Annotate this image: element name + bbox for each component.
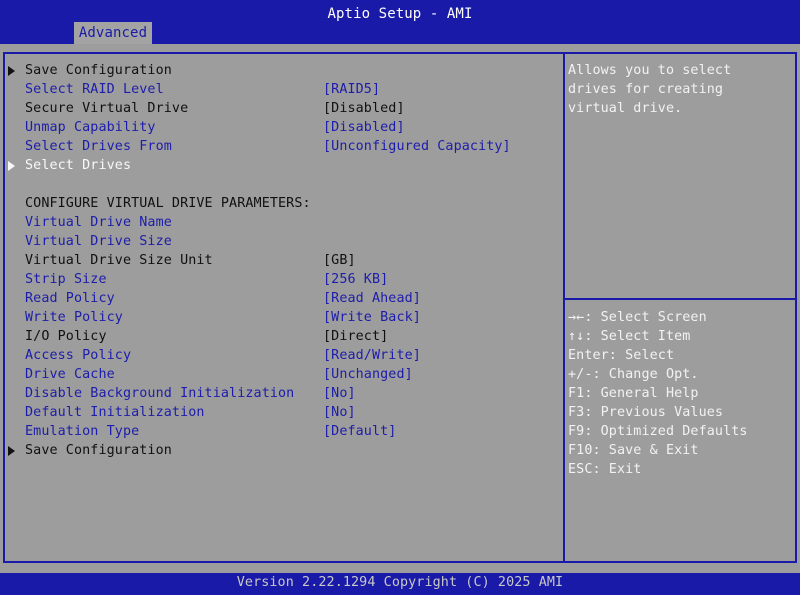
submenu-arrow-icon	[8, 161, 15, 171]
setting-value[interactable]: [No]	[323, 403, 356, 422]
tab-advanced[interactable]: Advanced	[74, 22, 152, 44]
setting-row-select-drives-from[interactable]: Select Drives From [Unconfigured Capacity…	[0, 137, 560, 156]
setting-label: Save Configuration	[25, 63, 172, 78]
setting-value[interactable]: [Default]	[323, 422, 396, 441]
key-help-line: F9: Optimized Defaults	[568, 424, 748, 439]
setting-row-configure-virtual-drive-parameters: CONFIGURE VIRTUAL DRIVE PARAMETERS:	[0, 194, 560, 213]
setting-value[interactable]: [Unconfigured Capacity]	[323, 137, 511, 156]
setting-value[interactable]: [256 KB]	[323, 270, 388, 289]
setting-label: Access Policy	[25, 348, 132, 363]
setting-value[interactable]: [Disabled]	[323, 118, 405, 137]
help-line: Allows you to select	[568, 63, 732, 78]
setting-row-select-raid-level[interactable]: Select RAID Level [RAID5]	[0, 80, 560, 99]
footer-version: Version 2.22.1294 Copyright (C) 2025 AMI	[236, 575, 564, 590]
setting-label: Save Configuration	[25, 443, 172, 458]
setting-row-unmap-capability[interactable]: Unmap Capability [Disabled]	[0, 118, 560, 137]
setting-value[interactable]: [Read Ahead]	[323, 289, 421, 308]
key-help-line: →←: Select Screen	[568, 310, 707, 325]
setting-label: Select RAID Level	[25, 82, 164, 97]
setting-row-default-initialization[interactable]: Default Initialization [No]	[0, 403, 560, 422]
window-title: Aptio Setup - AMI	[327, 6, 473, 22]
key-help-line: ↑↓: Select Item	[568, 329, 691, 344]
key-help-line: F10: Save & Exit	[568, 443, 699, 458]
help-divider	[565, 298, 795, 300]
setting-value[interactable]: [Unchanged]	[323, 365, 413, 384]
setting-row-emulation-type[interactable]: Emulation Type [Default]	[0, 422, 560, 441]
setting-row-i-o-policy: I/O Policy [Direct]	[0, 327, 560, 346]
setting-row-blank	[0, 175, 560, 194]
setting-label: Select Drives	[25, 158, 132, 173]
setting-row-save-configuration[interactable]: Save Configuration	[0, 441, 560, 460]
key-help-line: F1: General Help	[568, 386, 699, 401]
setting-label: Read Policy	[25, 291, 115, 306]
setting-row-read-policy[interactable]: Read Policy [Read Ahead]	[0, 289, 560, 308]
header-bar: Aptio Setup - AMI Advanced	[0, 0, 800, 44]
setting-value[interactable]: [Direct]	[323, 327, 388, 346]
setting-row-virtual-drive-name[interactable]: Virtual Drive Name	[0, 213, 560, 232]
key-help-line: Enter: Select	[568, 348, 675, 363]
key-help-line: +/-: Change Opt.	[568, 367, 699, 382]
setting-label: Emulation Type	[25, 424, 140, 439]
setting-label: Strip Size	[25, 272, 107, 287]
setting-row-save-configuration[interactable]: Save Configuration	[0, 61, 560, 80]
setting-label: Unmap Capability	[25, 120, 156, 135]
setting-label: Drive Cache	[25, 367, 115, 382]
setting-row-virtual-drive-size[interactable]: Virtual Drive Size	[0, 232, 560, 251]
setting-row-strip-size[interactable]: Strip Size [256 KB]	[0, 270, 560, 289]
setting-value[interactable]: [RAID5]	[323, 80, 380, 99]
setting-value[interactable]: [Read/Write]	[323, 346, 421, 365]
setting-label: Virtual Drive Size Unit	[25, 253, 213, 268]
setting-row-select-drives[interactable]: Select Drives	[0, 156, 560, 175]
setting-label: Default Initialization	[25, 405, 205, 420]
setting-label: CONFIGURE VIRTUAL DRIVE PARAMETERS:	[25, 196, 311, 211]
help-line: virtual drive.	[568, 101, 683, 116]
setting-row-write-policy[interactable]: Write Policy [Write Back]	[0, 308, 560, 327]
setting-label: Write Policy	[25, 310, 123, 325]
setting-row-secure-virtual-drive: Secure Virtual Drive [Disabled]	[0, 99, 560, 118]
setting-row-disable-background-initialization[interactable]: Disable Background Initialization [No]	[0, 384, 560, 403]
setting-label: Disable Background Initialization	[25, 386, 295, 401]
setting-value[interactable]: [No]	[323, 384, 356, 403]
key-help-line: ESC: Exit	[568, 462, 642, 477]
setting-label: Secure Virtual Drive	[25, 101, 189, 116]
setting-row-access-policy[interactable]: Access Policy [Read/Write]	[0, 346, 560, 365]
setting-label: Select Drives From	[25, 139, 172, 154]
help-line: drives for creating	[568, 82, 724, 97]
setting-label: Virtual Drive Size	[25, 234, 172, 249]
setting-label: Virtual Drive Name	[25, 215, 172, 230]
setting-row-drive-cache[interactable]: Drive Cache [Unchanged]	[0, 365, 560, 384]
key-help-line: F3: Previous Values	[568, 405, 724, 420]
submenu-arrow-icon	[8, 66, 15, 76]
setting-value[interactable]: [Write Back]	[323, 308, 421, 327]
footer-bar: Version 2.22.1294 Copyright (C) 2025 AMI	[0, 573, 800, 595]
submenu-arrow-icon	[8, 446, 15, 456]
setting-row-virtual-drive-size-unit: Virtual Drive Size Unit [GB]	[0, 251, 560, 270]
setting-value[interactable]: [Disabled]	[323, 99, 405, 118]
setting-value[interactable]: [GB]	[323, 251, 356, 270]
setting-label: I/O Policy	[25, 329, 107, 344]
